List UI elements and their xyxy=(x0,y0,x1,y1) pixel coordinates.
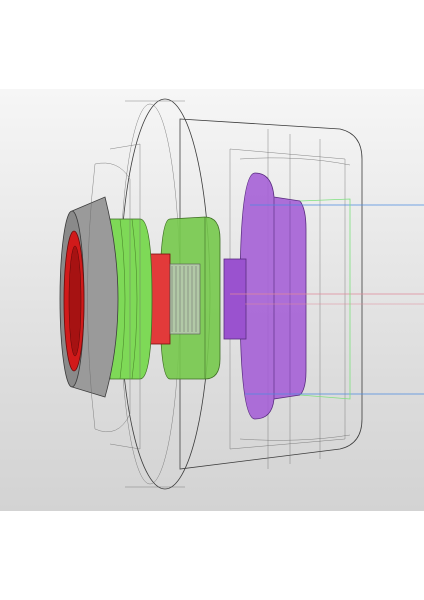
assembly-drawing xyxy=(59,98,424,490)
3d-viewport[interactable] xyxy=(0,89,424,511)
front-bore-ring xyxy=(63,230,85,372)
toothed-ring xyxy=(149,253,201,345)
page xyxy=(0,0,424,600)
rear-rotor xyxy=(223,172,307,420)
